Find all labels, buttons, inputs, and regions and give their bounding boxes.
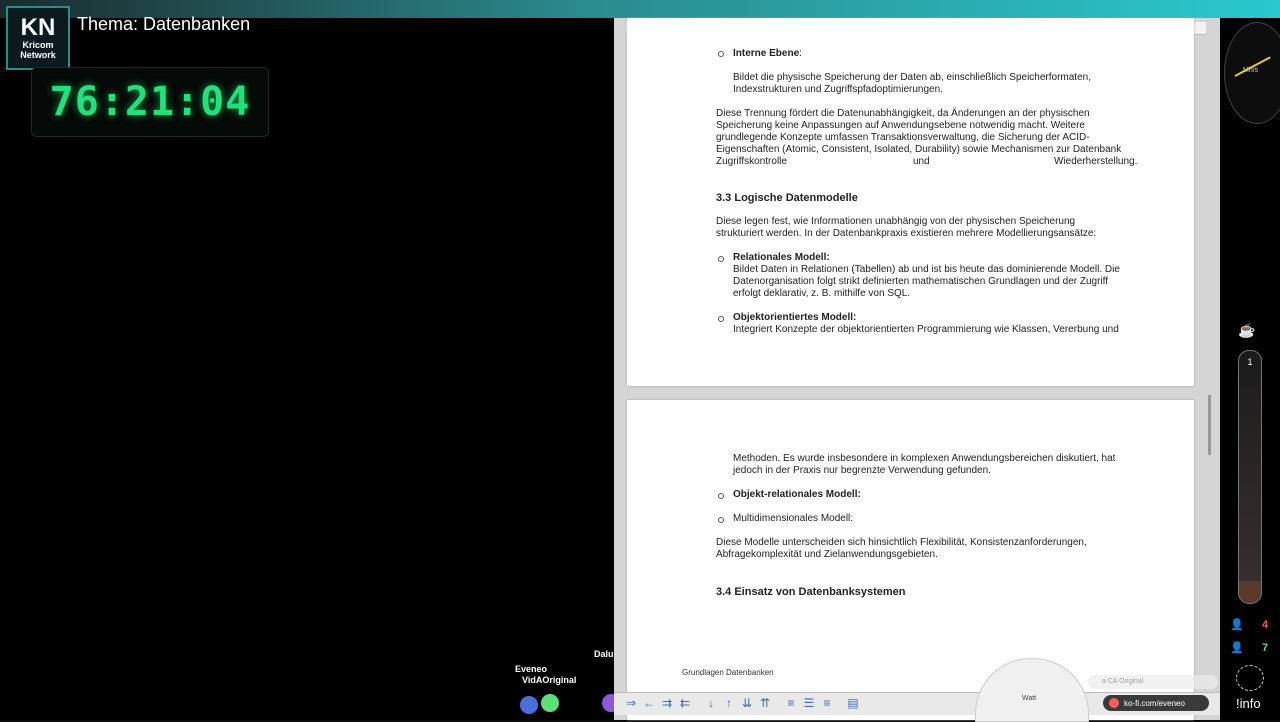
relational-line1: Bildet Daten in Relationen (Tabellen) ab…: [733, 264, 1120, 275]
logo-main: KN: [20, 14, 56, 41]
avatar: [541, 694, 559, 712]
stream-topic: Thema: Datenbanken: [77, 14, 251, 34]
oo-title: Objektorientiertes Modell:: [733, 312, 857, 323]
kn-logo: KN Kricom Network: [6, 6, 70, 70]
kofi-text: ko-fi.com/eveneo: [1124, 698, 1185, 708]
intern-text-1: Bildet die physische Speicherung der Dat…: [733, 72, 1091, 83]
info-command: !info: [1236, 696, 1261, 711]
arrow-right-icon[interactable]: ⇒: [624, 696, 638, 710]
mhs-label: Mh/s: [1243, 67, 1259, 74]
relational-line2: Datenorganisation folgt strikt definiert…: [733, 276, 1109, 287]
arrow-up-icon[interactable]: ↑: [722, 696, 736, 710]
para2-line2: strukturiert werden. In der Datenbankpra…: [716, 228, 1097, 239]
list-icon[interactable]: ≡: [820, 696, 834, 710]
table-icon[interactable]: ▤: [846, 696, 860, 710]
para1-line5b: und: [913, 156, 930, 167]
para1-line4: Eigenschaften (Atomic, Consistent, Isola…: [716, 144, 1122, 155]
kofi-link[interactable]: ko-fi.com/eveneo: [1103, 695, 1209, 711]
arrow-right-icon[interactable]: ⇉: [660, 696, 674, 710]
para1-line3: grundlegende Konzepte umfassen Transakti…: [716, 132, 1090, 143]
logo-line2: Network: [20, 50, 56, 60]
stat-count-2: 7: [1262, 642, 1269, 654]
bullet-icon: [718, 256, 724, 262]
oo-line3: jedoch in der Praxis nur begrenzte Verwe…: [733, 465, 991, 476]
tube-fill: [1239, 581, 1261, 603]
heading-3-4: 3.4 Einsatz von Datenbanksystemen: [716, 586, 906, 598]
relational-line3: erfolgt deklarativ, z. B. mithilfe von S…: [733, 288, 911, 299]
avatar: [520, 696, 538, 714]
bullet-intern-title: Interne Ebene:: [733, 48, 802, 59]
user-icon: 👤: [1230, 642, 1244, 654]
user-icon: 👤: [1230, 619, 1244, 631]
para1-line5a: Zugriffskontrolle: [716, 156, 787, 167]
bullet-icon: [718, 316, 724, 322]
watt-label: Watt: [1022, 695, 1037, 702]
list-icon[interactable]: ≡: [784, 696, 798, 710]
coffee-icon: ☕: [1238, 322, 1256, 338]
chat-name-2: VidAOriginal: [522, 675, 577, 685]
oo-line2: Methoden. Es wurde insbesondere in kompl…: [733, 453, 1116, 464]
logo-line1: Kricom: [22, 40, 54, 50]
progress-tube: 1: [1238, 350, 1262, 604]
arrow-down-icon[interactable]: ↓: [704, 696, 718, 710]
para1-line2: Speicherung keine Anpassungen auf Anwend…: [716, 120, 1085, 131]
para3-line2: Abfragekomplexität und Zielanwendungsgeb…: [716, 549, 938, 560]
intern-text-2: Indexstrukturen und Zugriffspfadoptimier…: [733, 84, 943, 95]
para1-line1: Diese Trennung fördert die Datenunabhäng…: [716, 108, 1090, 119]
numbered-list-icon[interactable]: ☰: [802, 696, 816, 710]
objrel-title: Objekt-relationales Modell:: [733, 489, 861, 500]
tube-number: 1: [1247, 357, 1253, 367]
arrow-left-icon[interactable]: ⇇: [678, 696, 692, 710]
heading-3-3: 3.3 Logische Datenmodelle: [716, 192, 858, 204]
bullet-icon: [718, 493, 724, 499]
para2-line1: Diese legen fest, wie Informationen unab…: [716, 216, 1076, 227]
bullet-icon: [718, 51, 724, 57]
green-pill: a CA Original: [1088, 675, 1218, 689]
relational-title: Relationales Modell:: [733, 252, 830, 263]
para3-line1: Diese Modelle unterscheiden sich hinsich…: [716, 537, 1087, 548]
stat-count-1: 4: [1262, 619, 1269, 631]
bullet-icon: [718, 517, 724, 523]
kofi-cup-icon: [1109, 698, 1119, 708]
page-footer: Grundlagen Datenbanken: [682, 668, 774, 677]
oo-line1: Integriert Konzepte der objektorientiert…: [733, 324, 1119, 335]
chat-name-1: Eveneo: [515, 664, 548, 674]
multidim-title: Multidimensionales Modell:: [733, 513, 854, 524]
info-bubble-icon: [1236, 665, 1264, 691]
arrow-down-icon[interactable]: ⇊: [740, 696, 754, 710]
arrow-up-icon[interactable]: ⇈: [758, 696, 772, 710]
timer-value: 76:21:04: [49, 79, 251, 125]
para1-line5c: Wiederherstellung.: [1054, 156, 1138, 167]
doc-scrollbar[interactable]: [1208, 395, 1211, 455]
arrow-left-icon[interactable]: ←: [642, 696, 656, 710]
countdown-timer: 76:21:04: [31, 67, 269, 137]
